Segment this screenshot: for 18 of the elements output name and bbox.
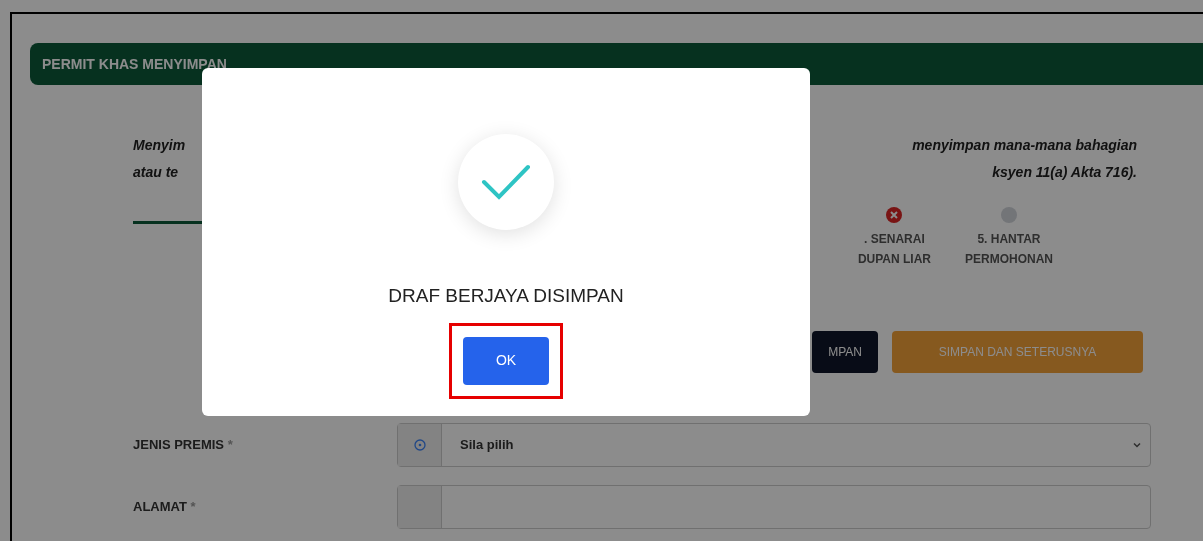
intro-text: menyimpan mana-mana bahagian <box>912 136 1137 155</box>
field-label: JENIS PREMIS * <box>133 436 234 455</box>
intro-text: ksyen 11(a) Akta 716). <box>992 163 1137 182</box>
error-icon <box>886 207 903 223</box>
dialog-message: DRAF BERJAYA DISIMPAN <box>388 284 624 308</box>
step-label: 5. HANTAR PERMOHONAN <box>965 231 1053 268</box>
save-button[interactable]: MPAN <box>812 331 878 373</box>
step-label: . SENARAI DUPAN LIAR <box>857 231 931 268</box>
chevron-down-icon <box>1132 440 1142 450</box>
pending-icon <box>1001 207 1017 223</box>
info-icon <box>413 439 426 451</box>
intro-text: atau te <box>133 163 179 182</box>
address-field[interactable] <box>397 485 1151 529</box>
intro-text: Menyim <box>133 136 186 155</box>
ok-button[interactable]: OK <box>463 336 549 385</box>
premise-type-select[interactable]: Sila pilih <box>397 423 1151 467</box>
checkmark-icon <box>481 164 531 200</box>
field-label: ALAMAT * <box>133 498 197 517</box>
